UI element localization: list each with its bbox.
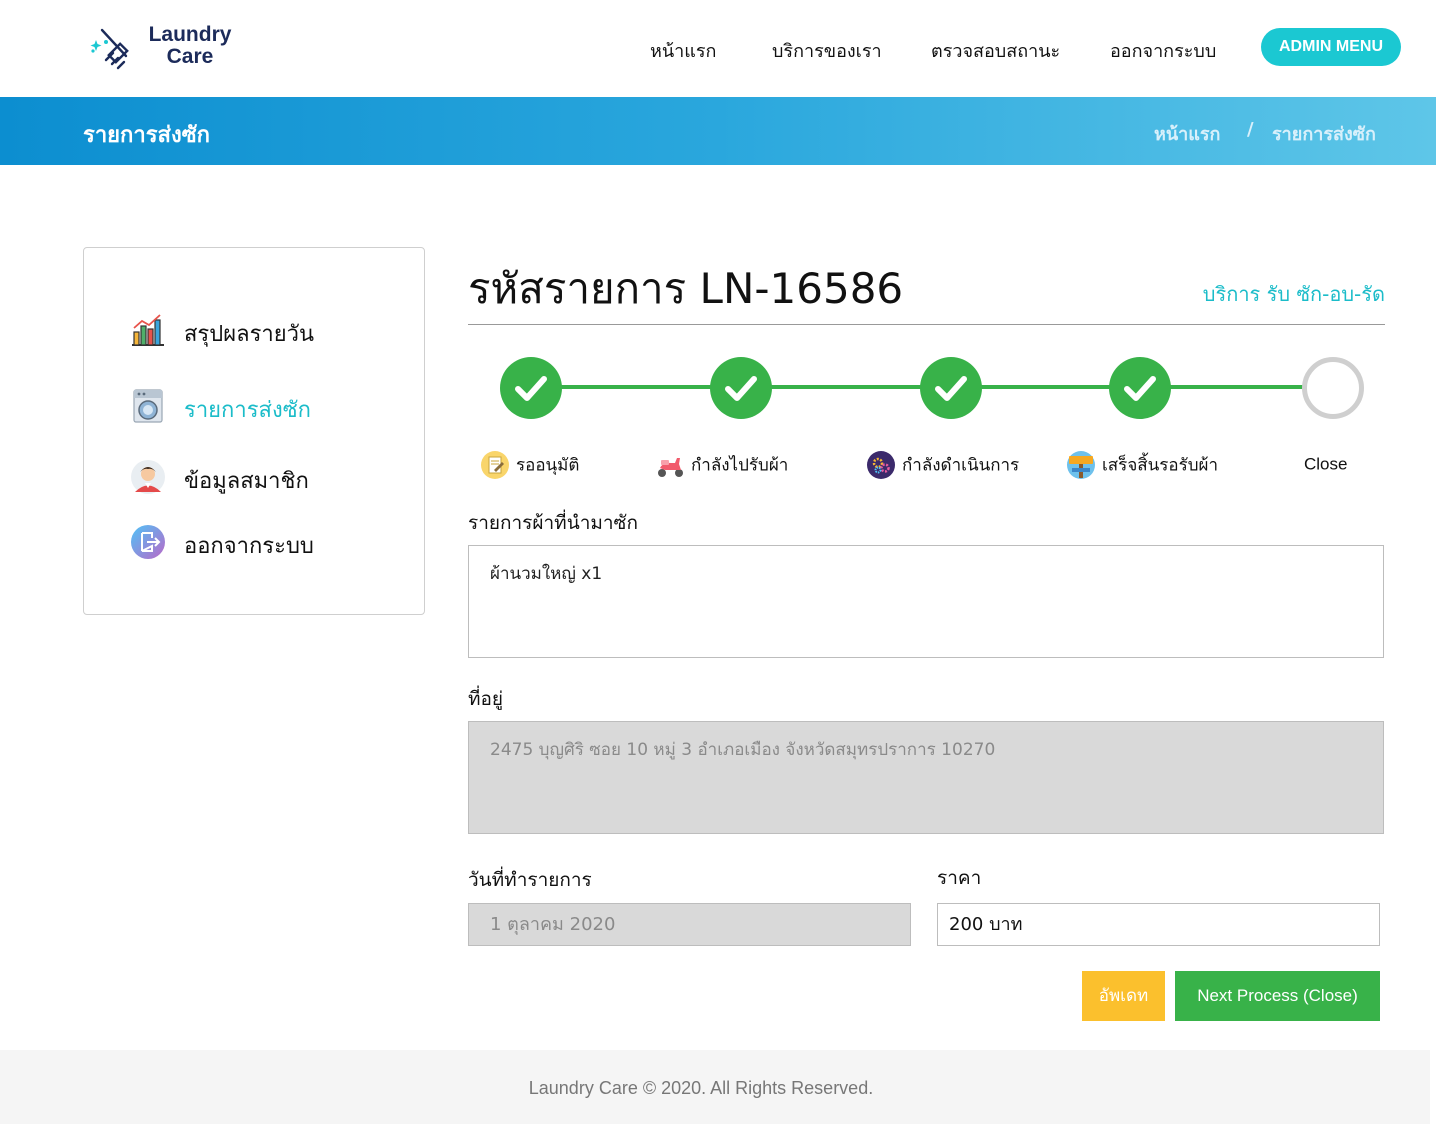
- step-4-text: เสร็จสิ้นรอรับผ้า: [1102, 455, 1219, 476]
- page-footer: Laundry Care © 2020. All Rights Reserved…: [0, 1050, 1430, 1124]
- gears-icon: [867, 451, 895, 479]
- update-button[interactable]: อัพเดท: [1082, 971, 1165, 1021]
- check-icon: [935, 376, 967, 401]
- brand-logo[interactable]: Laundry Care: [88, 20, 248, 76]
- address-textarea: 2475 บุญศิริ ซอย 10 หมู่ 3 อำเภอเมือง จั…: [468, 721, 1384, 834]
- price-input[interactable]: 200 บาท: [937, 903, 1380, 946]
- step-2-indicator: [710, 357, 772, 419]
- service-type-link[interactable]: บริการ รับ ซัก-อบ-รัด: [1203, 278, 1385, 310]
- step-4-indicator: [1109, 357, 1171, 419]
- step-1-label: รออนุมัติ: [480, 450, 579, 482]
- washing-machine-icon: [133, 389, 163, 423]
- sidebar-item-label: รายการส่งซัก: [184, 398, 311, 423]
- order-id-title: รหัสรายการ LN-16586: [468, 264, 904, 313]
- member-avatar-icon: [131, 460, 165, 494]
- success-sign-icon: [1067, 451, 1095, 479]
- admin-menu-button[interactable]: ADMIN MENU: [1261, 28, 1401, 66]
- nav-logout[interactable]: ออกจากระบบ: [1110, 36, 1216, 64]
- check-icon: [725, 376, 757, 401]
- price-label: ราคา: [937, 867, 982, 889]
- top-header: Laundry Care หน้าแรก บริการของเรา ตรวจสอ…: [0, 0, 1440, 97]
- step-3-text: กำลังดำเนินการ: [902, 455, 1020, 476]
- sidebar-item-member-info[interactable]: ข้อมูลสมาชิก: [130, 457, 410, 497]
- breadcrumb-home[interactable]: หน้าแรก: [1154, 119, 1220, 148]
- step-4-label: เสร็จสิ้นรอรับผ้า: [1066, 450, 1218, 482]
- sidebar-item-daily-summary[interactable]: สรุปผลรายวัน: [130, 310, 410, 350]
- step-5-label: Close: [1304, 454, 1347, 486]
- step-1-text: รออนุมัติ: [516, 455, 580, 476]
- sidebar-item-logout[interactable]: ออกจากระบบ: [130, 522, 410, 562]
- laundry-brush-icon: [90, 28, 129, 70]
- page-title: รายการส่งซัก: [83, 123, 210, 148]
- sidebar-item-label: ข้อมูลสมาชิก: [184, 469, 309, 494]
- sidebar-item-laundry-orders[interactable]: รายการส่งซัก: [130, 386, 410, 426]
- nav-home[interactable]: หน้าแรก: [650, 36, 716, 64]
- sidebar-item-label: ออกจากระบบ: [184, 534, 314, 559]
- document-icon: [481, 451, 509, 479]
- date-label: วันที่ทำรายการ: [468, 869, 592, 891]
- bar-chart-icon: [132, 314, 164, 346]
- next-process-button[interactable]: Next Process (Close): [1175, 971, 1380, 1021]
- step-3-indicator: [920, 357, 982, 419]
- items-textarea[interactable]: ผ้านวมใหญ่ x1: [468, 545, 1384, 658]
- nav-status[interactable]: ตรวจสอบสถานะ: [931, 36, 1060, 64]
- step-3-label: กำลังดำเนินการ: [866, 450, 1019, 482]
- brand-line-2: Care: [166, 45, 214, 68]
- step-2-text: กำลังไปรับผ้า: [691, 455, 789, 476]
- brand-name: Laundry Care: [142, 24, 238, 68]
- step-1-indicator: [500, 357, 562, 419]
- brand-line-1: Laundry: [148, 23, 232, 46]
- sidebar-item-label: สรุปผลรายวัน: [184, 322, 315, 347]
- check-icon: [1124, 376, 1156, 401]
- breadcrumb-separator: /: [1247, 119, 1254, 140]
- step-5-text: Close: [1304, 454, 1348, 474]
- address-label: ที่อยู่: [468, 688, 504, 710]
- page-banner: รายการส่งซัก หน้าแรก / รายการส่งซัก: [0, 97, 1436, 165]
- breadcrumb-current: รายการส่งซัก: [1272, 124, 1376, 145]
- order-date-field: 1 ตุลาคม 2020: [468, 903, 911, 946]
- copyright-text: Laundry Care © 2020. All Rights Reserved…: [528, 1078, 874, 1098]
- check-icon: [515, 376, 547, 401]
- items-label: รายการผ้าที่นำมาซัก: [468, 512, 638, 534]
- step-2-label: กำลังไปรับผ้า: [655, 450, 788, 482]
- scooter-icon: [658, 458, 683, 477]
- nav-services[interactable]: บริการของเรา: [772, 36, 882, 64]
- logout-icon: [131, 525, 165, 559]
- sidebar-menu: สรุปผลรายวัน รายการส่งซัก ข้อมูลสมาชิก อ…: [83, 247, 425, 615]
- step-5-indicator: [1302, 357, 1364, 419]
- title-divider: [468, 324, 1385, 325]
